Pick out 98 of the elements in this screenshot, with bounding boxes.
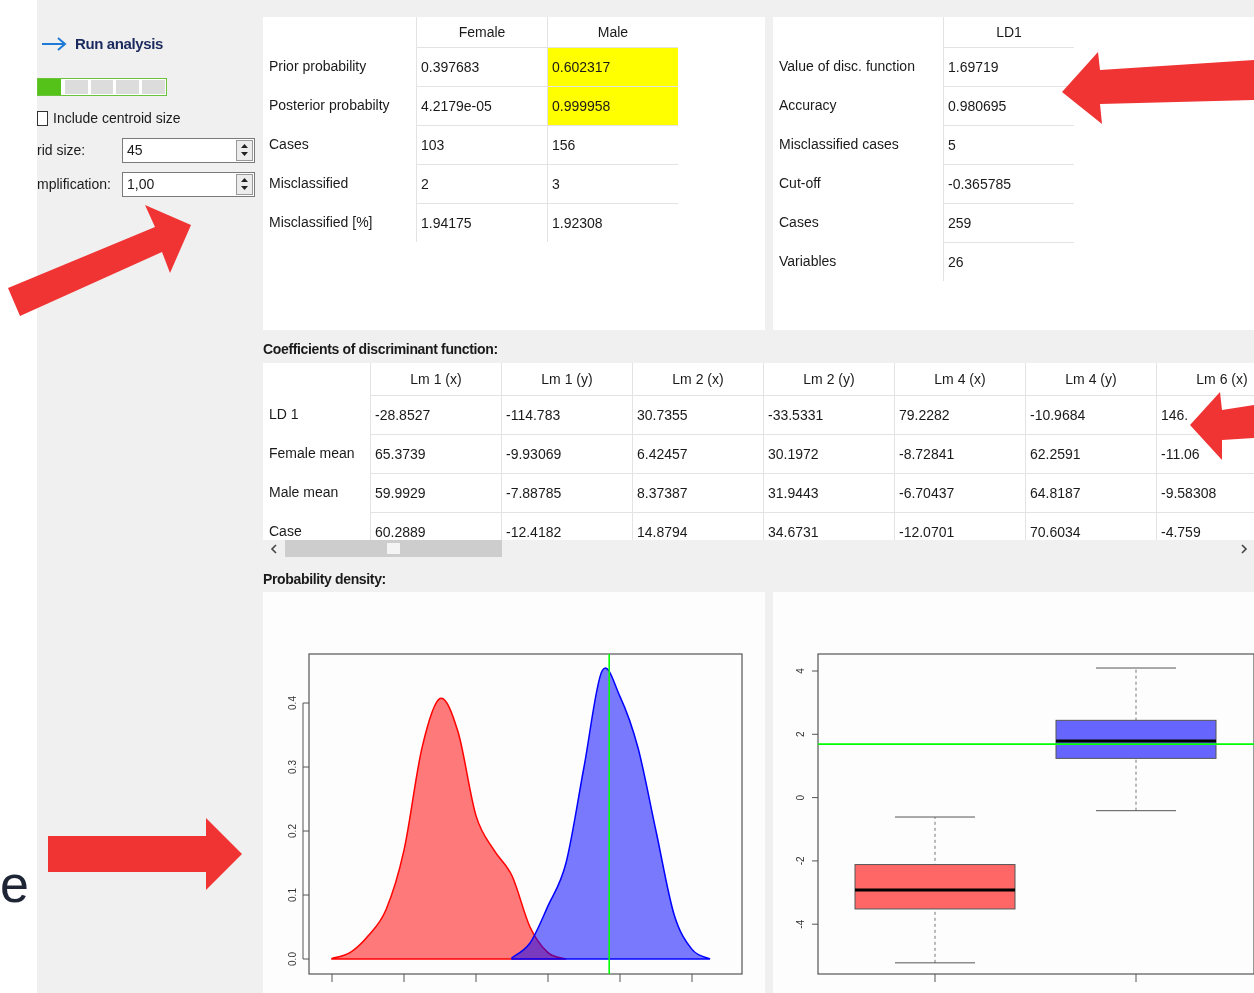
- row-label: Male mean: [269, 483, 339, 502]
- spin-arrows-icon: [240, 177, 249, 191]
- spin-arrows-icon: [240, 143, 249, 157]
- table-cell: 1.69719: [943, 47, 1074, 86]
- progress-segment: [64, 80, 88, 94]
- tick-label: 4: [795, 668, 806, 674]
- scrollbar-thumb[interactable]: [285, 540, 502, 557]
- row-label: Cases: [779, 213, 819, 232]
- row-label: Variables: [779, 252, 837, 271]
- table-cell: 79.2282: [894, 395, 1025, 434]
- tick-label: 0.1: [287, 888, 298, 902]
- table-cell: -0.365785: [943, 164, 1074, 203]
- row-label: Accuracy: [779, 96, 837, 115]
- row-label: Prior probability: [269, 57, 367, 76]
- column-header: Lm 1 (x): [410, 369, 462, 389]
- table-cell: 103: [416, 125, 547, 164]
- table-cell: 34.6731: [763, 512, 894, 540]
- row-label: Case: [269, 522, 302, 540]
- table-cell: 64.8187: [1025, 473, 1156, 512]
- row-label: Cases: [269, 135, 309, 154]
- row-label: Misclassified cases: [779, 135, 899, 154]
- table-cell: 5: [943, 125, 1074, 164]
- progress-segment: [116, 80, 140, 94]
- table-cell: -9.58308: [1156, 473, 1254, 512]
- table-cell: 1.94175: [416, 203, 547, 242]
- tick-label: 2: [795, 731, 806, 738]
- table-cell: 8.37387: [632, 473, 763, 512]
- table-cell: 30.1972: [763, 434, 894, 473]
- column-header: LD1: [996, 22, 1022, 42]
- progress-segment: [142, 80, 165, 94]
- table-cell: 26: [943, 242, 1074, 281]
- scroll-left-icon[interactable]: [270, 543, 277, 554]
- table-cell: -12.0701: [894, 512, 1025, 540]
- table-cell: 0.397683: [416, 47, 547, 86]
- section-title: Probability density:: [263, 570, 387, 587]
- spin-field[interactable]: 1,00: [122, 171, 255, 197]
- row-label: Female mean: [269, 444, 355, 463]
- table-cell: 31.9443: [763, 473, 894, 512]
- field-label: mplification:: [37, 174, 112, 194]
- arrow-icon: [41, 37, 67, 51]
- table-cell: 14.8794: [632, 512, 763, 540]
- table-cell: 30.7355: [632, 395, 763, 434]
- table-cell: 65.3739: [370, 434, 501, 473]
- table-cell: 4.2179e-05: [416, 86, 547, 125]
- progress-segment: [90, 80, 114, 94]
- row-label: Value of disc. function: [779, 57, 915, 76]
- tick-label: 0: [795, 794, 806, 801]
- table-cell: 3: [547, 164, 678, 203]
- table-cell: 62.2591: [1025, 434, 1156, 473]
- table-cell: -12.4182: [501, 512, 632, 540]
- column-header: Male: [597, 22, 629, 42]
- column-header: Lm 4 (y): [1065, 369, 1117, 389]
- table-cell: -7.88785: [501, 473, 632, 512]
- checkbox-label[interactable]: Include centroid size: [53, 107, 181, 129]
- table-cell: 0.999958: [547, 86, 678, 125]
- row-label: LD 1: [269, 405, 299, 424]
- table-cell: -10.9684: [1025, 395, 1156, 434]
- tick-label: 0.3: [287, 760, 298, 774]
- row-label: Cut-off: [779, 174, 821, 193]
- table-cell: -9.93069: [501, 434, 632, 473]
- table-cell: 59.9929: [370, 473, 501, 512]
- table-cell: -8.72841: [894, 434, 1025, 473]
- table-cell: 60.2889: [370, 512, 501, 540]
- cut-off-text: e: [0, 858, 29, 910]
- spin-button[interactable]: [236, 173, 253, 195]
- table-cell: 70.6034: [1025, 512, 1156, 540]
- table-cell: 2: [416, 164, 547, 203]
- section-title: Coefficients of discriminant function:: [263, 340, 499, 357]
- run-analysis-button[interactable]: Run analysis: [41, 33, 164, 55]
- table-cell: 6.42457: [632, 434, 763, 473]
- row-label: Posterior probabilty: [269, 96, 390, 115]
- table-cell: -28.8527: [370, 395, 501, 434]
- column-header: Female: [458, 22, 506, 42]
- column-header: Lm 2 (x): [672, 369, 724, 389]
- tick-label: 0.4: [287, 696, 298, 710]
- table-cell: 259: [943, 203, 1074, 242]
- row-label: Misclassified: [269, 174, 349, 193]
- row-label: Misclassified [%]: [269, 213, 373, 232]
- column-header: Lm 4 (x): [934, 369, 986, 389]
- table-cell: -4.759: [1156, 512, 1254, 540]
- checkbox[interactable]: [37, 110, 48, 126]
- table-cell: -33.5331: [763, 395, 894, 434]
- column-header: Lm 6 (x): [1196, 369, 1248, 389]
- column-header: Lm 2 (y): [803, 369, 855, 389]
- tick-label: -2: [795, 856, 806, 866]
- table-cell: -114.783: [501, 395, 632, 434]
- spin-button[interactable]: [236, 139, 253, 161]
- field-label: rid size:: [37, 140, 87, 160]
- scroll-right-icon[interactable]: [1241, 543, 1248, 554]
- column-header: Lm 1 (y): [541, 369, 593, 389]
- table-cell: 0.602317: [547, 47, 678, 86]
- tick-label: 0.0: [287, 952, 298, 966]
- tick-label: -4: [795, 919, 806, 929]
- tick-label: 0.2: [287, 824, 298, 838]
- table-cell: 1.92308: [547, 203, 678, 242]
- table-cell: 156: [547, 125, 678, 164]
- spin-field[interactable]: 45: [122, 137, 255, 163]
- table-cell: -6.70437: [894, 473, 1025, 512]
